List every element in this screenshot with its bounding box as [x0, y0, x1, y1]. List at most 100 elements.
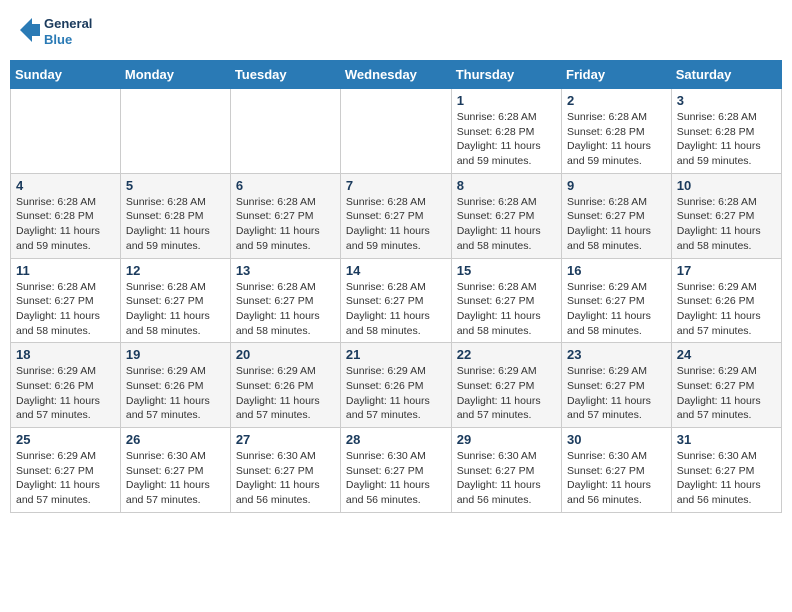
calendar-cell: 23 Sunrise: 6:29 AMSunset: 6:27 PMDayligh…	[562, 343, 672, 428]
day-info: Sunrise: 6:28 AMSunset: 6:27 PMDaylight:…	[567, 195, 666, 254]
day-number: 12	[126, 263, 225, 278]
calendar-cell: 2 Sunrise: 6:28 AMSunset: 6:28 PMDaylight…	[562, 89, 672, 174]
day-number: 1	[457, 93, 556, 108]
calendar-cell: 25 Sunrise: 6:29 AMSunset: 6:27 PMDayligh…	[11, 428, 121, 513]
day-info: Sunrise: 6:29 AMSunset: 6:27 PMDaylight:…	[567, 364, 666, 423]
calendar-cell: 18Sunrise: 6:29 AMSunset: 6:26 PMDayligh…	[11, 343, 121, 428]
calendar-cell: 29 Sunrise: 6:30 AMSunset: 6:27 PMDayligh…	[451, 428, 561, 513]
day-number: 25	[16, 432, 115, 447]
day-info: Sunrise: 6:30 AMSunset: 6:27 PMDaylight:…	[346, 449, 446, 508]
day-number: 21	[346, 347, 446, 362]
calendar-cell: 4 Sunrise: 6:28 AMSunset: 6:28 PMDaylight…	[11, 173, 121, 258]
day-info: Sunrise: 6:29 AMSunset: 6:27 PMDaylight:…	[567, 280, 666, 339]
day-number: 28	[346, 432, 446, 447]
day-number: 10	[677, 178, 776, 193]
weekday-header-row: SundayMondayTuesdayWednesdayThursdayFrid…	[11, 61, 782, 89]
weekday-header-monday: Monday	[120, 61, 230, 89]
day-number: 16	[567, 263, 666, 278]
calendar-week-5: 25 Sunrise: 6:29 AMSunset: 6:27 PMDayligh…	[11, 428, 782, 513]
calendar-cell	[120, 89, 230, 174]
day-number: 8	[457, 178, 556, 193]
calendar-cell: 28 Sunrise: 6:30 AMSunset: 6:27 PMDayligh…	[340, 428, 451, 513]
day-number: 4	[16, 178, 115, 193]
calendar-cell: 20 Sunrise: 6:29 AMSunset: 6:26 PMDayligh…	[230, 343, 340, 428]
day-number: 29	[457, 432, 556, 447]
day-info: Sunrise: 6:29 AMSunset: 6:27 PMDaylight:…	[16, 449, 115, 508]
day-number: 17	[677, 263, 776, 278]
day-number: 26	[126, 432, 225, 447]
day-number: 20	[236, 347, 335, 362]
day-number: 19	[126, 347, 225, 362]
weekday-header-thursday: Thursday	[451, 61, 561, 89]
calendar-body: 1 Sunrise: 6:28 AMSunset: 6:28 PMDaylight…	[11, 89, 782, 513]
day-info: Sunrise: 6:28 AMSunset: 6:27 PMDaylight:…	[346, 195, 446, 254]
day-number: 30	[567, 432, 666, 447]
day-info: Sunrise: 6:29 AMSunset: 6:26 PMDaylight:…	[126, 364, 225, 423]
day-info: Sunrise: 6:29 AMSunset: 6:26 PMDaylight:…	[677, 280, 776, 339]
calendar-cell	[11, 89, 121, 174]
calendar-cell: 17 Sunrise: 6:29 AMSunset: 6:26 PMDayligh…	[671, 258, 781, 343]
calendar-week-3: 11Sunrise: 6:28 AMSunset: 6:27 PMDayligh…	[11, 258, 782, 343]
day-info: Sunrise: 6:28 AMSunset: 6:28 PMDaylight:…	[16, 195, 115, 254]
calendar-cell: 22 Sunrise: 6:29 AMSunset: 6:27 PMDayligh…	[451, 343, 561, 428]
day-number: 9	[567, 178, 666, 193]
day-number: 23	[567, 347, 666, 362]
day-number: 22	[457, 347, 556, 362]
day-info: Sunrise: 6:29 AMSunset: 6:27 PMDaylight:…	[457, 364, 556, 423]
day-info: Sunrise: 6:28 AMSunset: 6:28 PMDaylight:…	[677, 110, 776, 169]
calendar-cell: 24Sunrise: 6:29 AMSunset: 6:27 PMDayligh…	[671, 343, 781, 428]
day-info: Sunrise: 6:28 AMSunset: 6:28 PMDaylight:…	[126, 195, 225, 254]
day-number: 27	[236, 432, 335, 447]
day-number: 5	[126, 178, 225, 193]
calendar-table: SundayMondayTuesdayWednesdayThursdayFrid…	[10, 60, 782, 513]
weekday-header-tuesday: Tuesday	[230, 61, 340, 89]
day-info: Sunrise: 6:28 AMSunset: 6:27 PMDaylight:…	[677, 195, 776, 254]
day-info: Sunrise: 6:30 AMSunset: 6:27 PMDaylight:…	[567, 449, 666, 508]
day-info: Sunrise: 6:28 AMSunset: 6:27 PMDaylight:…	[457, 195, 556, 254]
calendar-cell: 6Sunrise: 6:28 AMSunset: 6:27 PMDaylight…	[230, 173, 340, 258]
day-info: Sunrise: 6:29 AMSunset: 6:26 PMDaylight:…	[236, 364, 335, 423]
calendar-cell: 14 Sunrise: 6:28 AMSunset: 6:27 PMDayligh…	[340, 258, 451, 343]
weekday-header-sunday: Sunday	[11, 61, 121, 89]
calendar-cell: 11Sunrise: 6:28 AMSunset: 6:27 PMDayligh…	[11, 258, 121, 343]
day-info: Sunrise: 6:28 AMSunset: 6:28 PMDaylight:…	[567, 110, 666, 169]
day-number: 14	[346, 263, 446, 278]
calendar-week-2: 4 Sunrise: 6:28 AMSunset: 6:28 PMDaylight…	[11, 173, 782, 258]
calendar-header: SundayMondayTuesdayWednesdayThursdayFrid…	[11, 61, 782, 89]
calendar-cell: 3 Sunrise: 6:28 AMSunset: 6:28 PMDaylight…	[671, 89, 781, 174]
calendar-week-1: 1 Sunrise: 6:28 AMSunset: 6:28 PMDaylight…	[11, 89, 782, 174]
calendar-cell: 10 Sunrise: 6:28 AMSunset: 6:27 PMDayligh…	[671, 173, 781, 258]
page-header: General Blue	[10, 10, 782, 52]
day-info: Sunrise: 6:28 AMSunset: 6:27 PMDaylight:…	[236, 280, 335, 339]
calendar-cell: 27 Sunrise: 6:30 AMSunset: 6:27 PMDayligh…	[230, 428, 340, 513]
logo: General Blue	[14, 10, 104, 52]
weekday-header-saturday: Saturday	[671, 61, 781, 89]
day-number: 3	[677, 93, 776, 108]
weekday-header-wednesday: Wednesday	[340, 61, 451, 89]
day-number: 13	[236, 263, 335, 278]
calendar-cell: 13 Sunrise: 6:28 AMSunset: 6:27 PMDayligh…	[230, 258, 340, 343]
day-info: Sunrise: 6:28 AMSunset: 6:28 PMDaylight:…	[457, 110, 556, 169]
day-info: Sunrise: 6:29 AMSunset: 6:26 PMDaylight:…	[16, 364, 115, 423]
day-info: Sunrise: 6:28 AMSunset: 6:27 PMDaylight:…	[346, 280, 446, 339]
calendar-cell	[230, 89, 340, 174]
svg-text:General: General	[44, 16, 92, 31]
day-info: Sunrise: 6:30 AMSunset: 6:27 PMDaylight:…	[126, 449, 225, 508]
day-info: Sunrise: 6:28 AMSunset: 6:27 PMDaylight:…	[16, 280, 115, 339]
calendar-cell: 21 Sunrise: 6:29 AMSunset: 6:26 PMDayligh…	[340, 343, 451, 428]
day-number: 31	[677, 432, 776, 447]
calendar-cell: 15Sunrise: 6:28 AMSunset: 6:27 PMDayligh…	[451, 258, 561, 343]
day-info: Sunrise: 6:29 AMSunset: 6:26 PMDaylight:…	[346, 364, 446, 423]
calendar-cell: 9 Sunrise: 6:28 AMSunset: 6:27 PMDaylight…	[562, 173, 672, 258]
calendar-cell	[340, 89, 451, 174]
day-info: Sunrise: 6:29 AMSunset: 6:27 PMDaylight:…	[677, 364, 776, 423]
day-info: Sunrise: 6:30 AMSunset: 6:27 PMDaylight:…	[236, 449, 335, 508]
day-number: 15	[457, 263, 556, 278]
day-number: 2	[567, 93, 666, 108]
calendar-cell: 7 Sunrise: 6:28 AMSunset: 6:27 PMDaylight…	[340, 173, 451, 258]
day-info: Sunrise: 6:28 AMSunset: 6:27 PMDaylight:…	[236, 195, 335, 254]
day-info: Sunrise: 6:30 AMSunset: 6:27 PMDaylight:…	[457, 449, 556, 508]
calendar-cell: 5 Sunrise: 6:28 AMSunset: 6:28 PMDaylight…	[120, 173, 230, 258]
day-number: 7	[346, 178, 446, 193]
calendar-cell: 1 Sunrise: 6:28 AMSunset: 6:28 PMDaylight…	[451, 89, 561, 174]
